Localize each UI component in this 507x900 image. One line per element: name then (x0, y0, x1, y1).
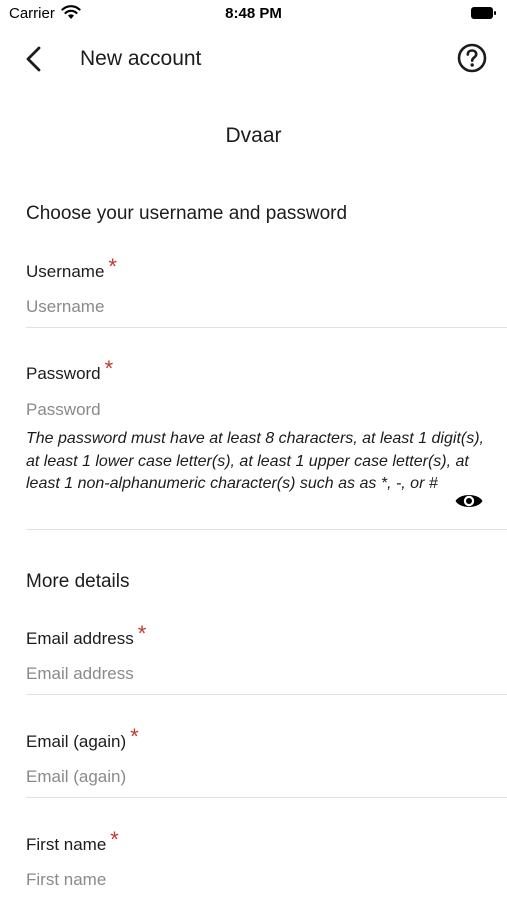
required-asterisk: * (137, 621, 147, 646)
back-chevron-icon[interactable] (20, 44, 50, 74)
password-input[interactable] (26, 398, 481, 422)
password-requirements-hint: The password must have at least 8 charac… (26, 430, 484, 492)
password-divider (26, 529, 507, 530)
status-bar: Carrier 8:48 PM (0, 0, 507, 28)
username-field: Username * (26, 254, 507, 319)
username-label: Username * (26, 254, 507, 283)
first-name-field: First name * (26, 827, 507, 892)
username-input[interactable] (26, 295, 481, 319)
password-label-text: Password (26, 364, 101, 383)
first-name-input[interactable] (26, 868, 481, 892)
email-input[interactable] (26, 662, 481, 686)
email-again-field: Email (again) * (26, 724, 507, 789)
first-name-label: First name * (26, 827, 507, 856)
required-asterisk: * (110, 827, 119, 852)
email-label-text: Email address (26, 629, 134, 648)
email-divider (26, 694, 507, 695)
page-title: New account (80, 47, 202, 70)
email-again-input[interactable] (26, 765, 481, 789)
help-question-icon[interactable] (456, 42, 488, 74)
email-field: Email address * (26, 621, 507, 686)
site-name: Dvaar (225, 124, 282, 147)
required-asterisk: * (104, 356, 114, 381)
username-divider (26, 327, 507, 328)
email-again-divider (26, 797, 507, 798)
email-again-label-text: Email (again) (26, 732, 127, 751)
navigation-bar: New account (0, 36, 507, 82)
required-asterisk: * (130, 724, 139, 749)
password-label: Password * (26, 356, 507, 385)
email-again-label: Email (again) * (26, 724, 507, 753)
password-field: Password * The password must have at leas… (26, 356, 507, 496)
battery-icon (471, 7, 496, 19)
required-asterisk: * (108, 254, 117, 279)
first-name-label-text: First name (26, 835, 107, 854)
username-label-text: Username (26, 262, 105, 281)
details-section-title: More details (26, 571, 130, 592)
status-time: 8:48 PM (225, 5, 282, 22)
eye-icon[interactable] (454, 490, 484, 512)
credentials-section-title: Choose your username and password (26, 203, 348, 224)
email-label: Email address * (26, 621, 507, 650)
